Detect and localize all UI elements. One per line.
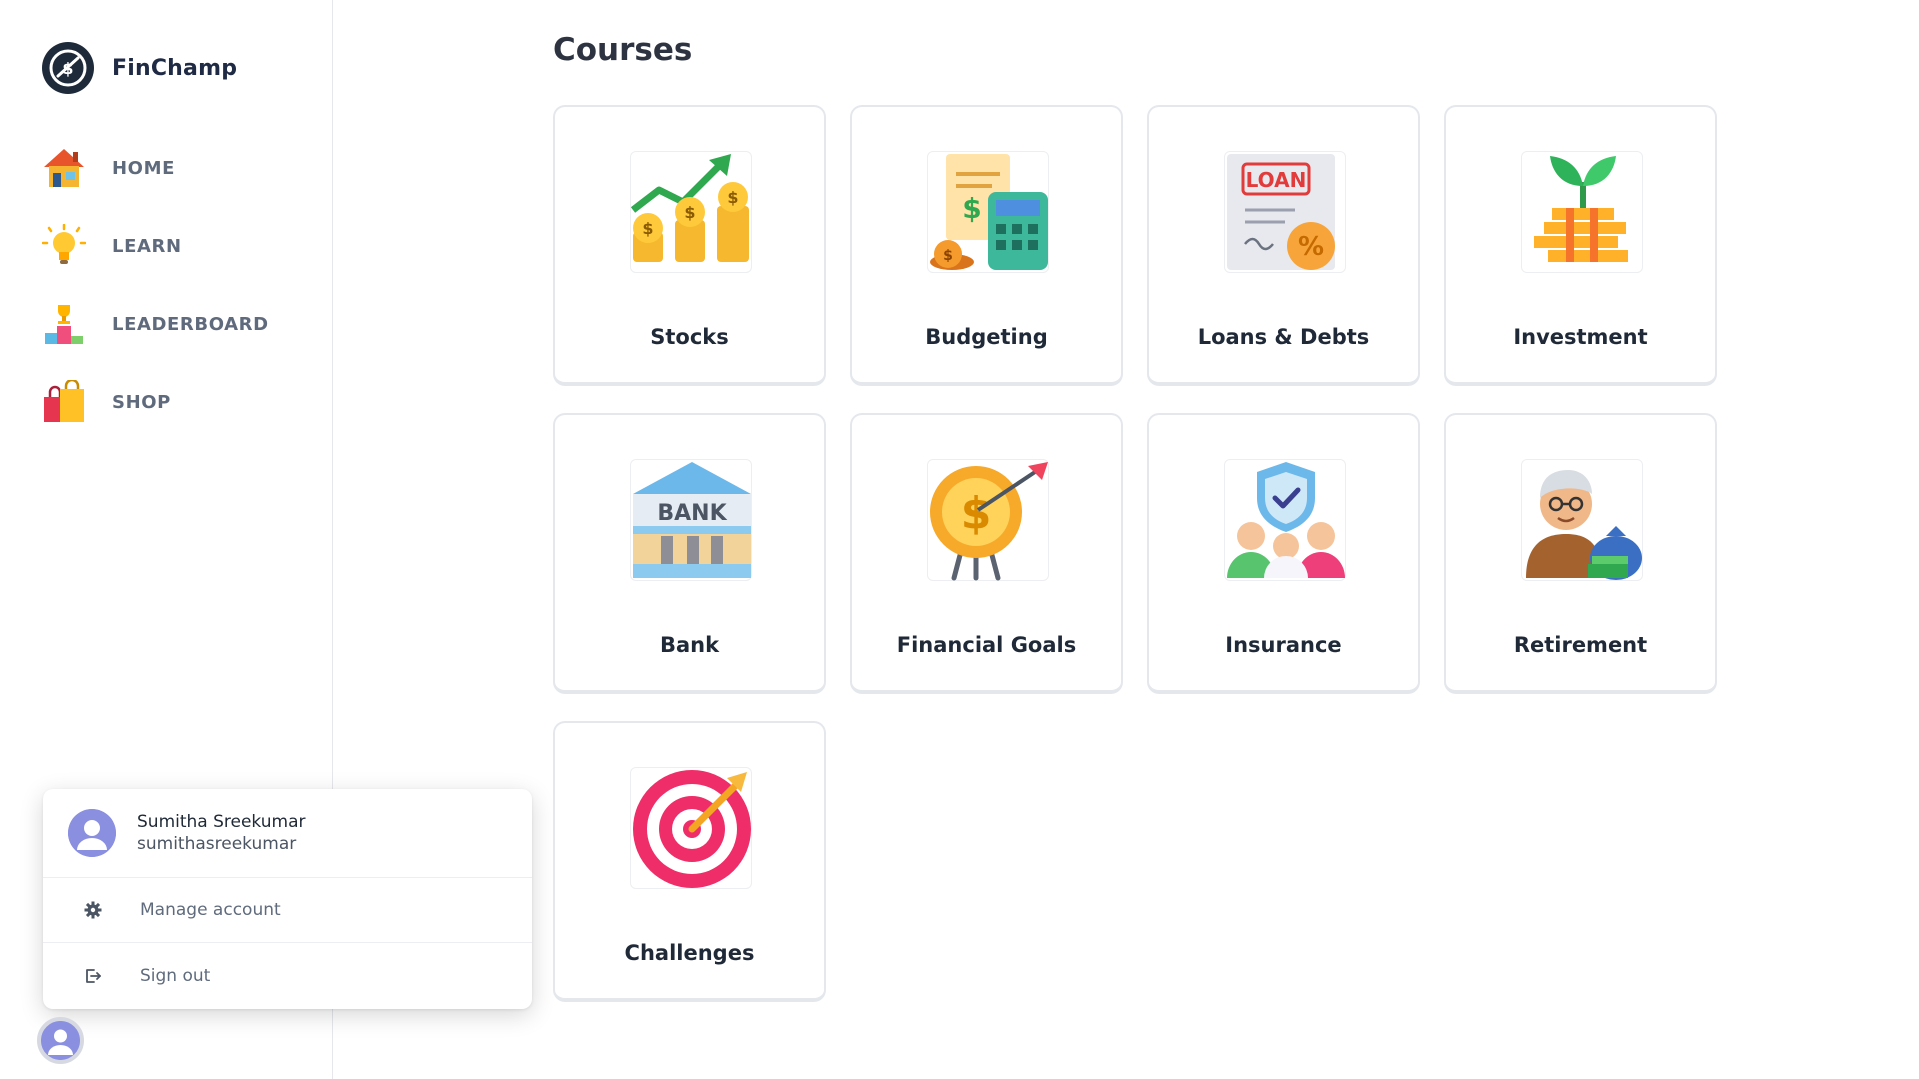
nav-item-learn[interactable]: LEARN	[42, 218, 269, 274]
svg-text:$: $	[962, 192, 981, 225]
brand-name: FinChamp	[112, 55, 238, 81]
svg-text:%: %	[1298, 232, 1324, 262]
course-card-bank[interactable]: BANK Bank	[553, 413, 826, 694]
user-name: Sumitha Sreekumar	[137, 812, 306, 832]
svg-text:$: $	[642, 219, 653, 238]
course-label: Financial Goals	[896, 633, 1077, 657]
course-label: Insurance	[1225, 633, 1342, 657]
course-label: Challenges	[624, 941, 755, 965]
nav-label: SHOP	[112, 391, 171, 413]
user-info: Sumitha Sreekumar sumithasreekumar	[43, 789, 532, 878]
course-card-investment[interactable]: Investment	[1444, 105, 1717, 386]
user-username: sumithasreekumar	[137, 834, 297, 854]
loan-icon: LOAN %	[1224, 151, 1346, 273]
manage-account-button[interactable]: Manage account	[43, 878, 532, 943]
course-card-stocks[interactable]: $ $ $ Stocks	[553, 105, 826, 386]
svg-text:$: $	[943, 248, 953, 264]
nav-item-shop[interactable]: SHOP	[42, 374, 269, 430]
manage-account-label: Manage account	[140, 900, 281, 920]
course-label: Budgeting	[925, 325, 1048, 349]
svg-text:BANK: BANK	[657, 501, 727, 526]
finchamp-logo-icon: $	[42, 42, 94, 94]
svg-text:$: $	[961, 488, 992, 539]
nav-label: LEARN	[112, 235, 182, 257]
nav-item-home[interactable]: HOME	[42, 140, 269, 196]
user-avatar-button[interactable]	[37, 1017, 84, 1064]
brand[interactable]: $ FinChamp	[42, 42, 237, 94]
podium-trophy-icon	[42, 302, 86, 346]
svg-text:$: $	[62, 59, 73, 78]
sign-out-icon	[83, 966, 103, 986]
main-nav: HOME LEARN LEADERBOARD SHOP	[42, 140, 269, 452]
avatar	[68, 809, 116, 857]
bank-icon: BANK	[630, 459, 752, 581]
shopping-bags-icon	[42, 380, 86, 424]
gear-icon	[83, 900, 103, 920]
svg-text:LOAN: LOAN	[1246, 168, 1307, 192]
svg-text:$: $	[727, 188, 738, 207]
stocks-icon: $ $ $	[630, 151, 752, 273]
course-card-challenges[interactable]: Challenges	[553, 721, 826, 1002]
house-icon	[42, 146, 86, 190]
course-card-loans-debts[interactable]: LOAN % Loans & Debts	[1147, 105, 1420, 386]
course-card-financial-goals[interactable]: $ Financial Goals	[850, 413, 1123, 694]
course-card-budgeting[interactable]: $ $ Budgeting	[850, 105, 1123, 386]
course-label: Stocks	[650, 325, 729, 349]
user-account-popup: Sumitha Sreekumar sumithasreekumar Manag…	[43, 789, 532, 1009]
sign-out-label: Sign out	[140, 965, 211, 986]
course-label: Bank	[659, 633, 720, 657]
course-label: Investment	[1513, 325, 1648, 349]
course-card-retirement[interactable]: Retirement	[1444, 413, 1717, 694]
lightbulb-icon	[42, 224, 86, 268]
page-title: Courses	[553, 32, 693, 68]
retirement-icon	[1521, 459, 1643, 581]
nav-label: LEADERBOARD	[112, 313, 269, 335]
svg-text:$: $	[684, 203, 695, 222]
target-dart-icon	[630, 767, 752, 889]
sign-out-button[interactable]: Sign out	[43, 943, 532, 1008]
nav-item-leaderboard[interactable]: LEADERBOARD	[42, 296, 269, 352]
course-card-insurance[interactable]: Insurance	[1147, 413, 1420, 694]
course-label: Loans & Debts	[1197, 325, 1370, 349]
insurance-shield-icon	[1224, 459, 1346, 581]
course-label: Retirement	[1513, 633, 1648, 657]
dollar-target-icon: $	[927, 459, 1049, 581]
nav-label: HOME	[112, 157, 175, 179]
budgeting-icon: $ $	[927, 151, 1049, 273]
investment-plant-icon	[1521, 151, 1643, 273]
